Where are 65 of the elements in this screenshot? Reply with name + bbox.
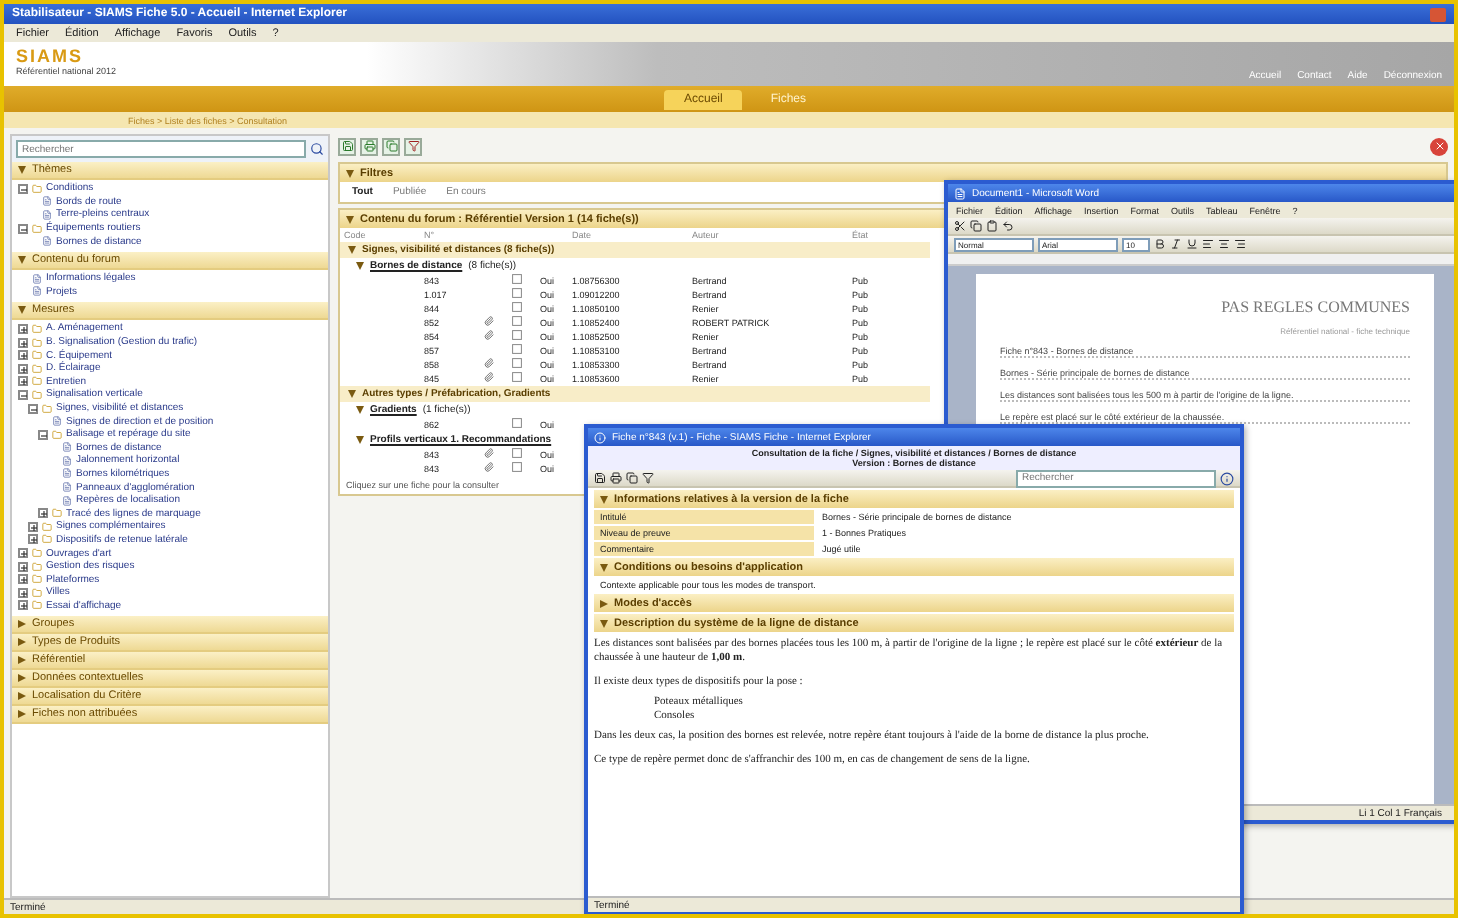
align-left-icon[interactable] (1202, 238, 1214, 250)
copy-icon[interactable] (970, 220, 982, 232)
folder-icon (32, 323, 42, 334)
printer-icon[interactable] (610, 472, 622, 484)
italic-icon[interactable] (1170, 238, 1182, 250)
filter-icon[interactable] (642, 472, 654, 484)
save-button[interactable] (338, 137, 356, 155)
expand-toggle-icon[interactable] (18, 376, 28, 387)
expand-toggle-icon[interactable] (18, 350, 28, 361)
checkbox-icon (512, 302, 522, 312)
filter-icon (407, 140, 419, 152)
folder-icon (52, 429, 62, 440)
expand-toggle-icon[interactable] (28, 403, 38, 414)
expand-toggle-icon[interactable] (38, 508, 48, 519)
undo-icon[interactable] (1002, 220, 1014, 232)
underline-icon[interactable] (1186, 238, 1198, 250)
checkbox-icon (512, 462, 522, 472)
copy-icon (385, 140, 397, 152)
save-icon[interactable] (594, 472, 606, 484)
document-heading: PAS REGLES COMMUNES (1221, 298, 1410, 316)
checkbox-icon (512, 344, 522, 354)
logo: SIAMS (16, 46, 86, 66)
cut-icon[interactable] (954, 220, 966, 232)
copy-button[interactable] (382, 137, 400, 155)
filter-button[interactable] (404, 137, 422, 155)
printer-icon (363, 140, 375, 152)
print-button[interactable] (360, 137, 378, 155)
document-icon (42, 236, 52, 247)
expand-toggle-icon[interactable] (28, 534, 38, 545)
folder-icon (32, 223, 42, 234)
copy-icon[interactable] (626, 472, 638, 484)
document-icon (954, 187, 966, 199)
paste-icon[interactable] (986, 220, 998, 232)
expand-toggle-icon[interactable] (18, 323, 28, 334)
checkbox-icon (512, 372, 522, 382)
align-right-icon[interactable] (1234, 238, 1246, 250)
expand-toggle-icon[interactable] (18, 223, 28, 234)
align-center-icon[interactable] (1218, 238, 1230, 250)
expand-toggle-icon[interactable] (18, 587, 28, 598)
expand-toggle-icon[interactable] (28, 521, 38, 532)
expand-toggle-icon[interactable] (18, 183, 28, 194)
expand-toggle-icon[interactable] (18, 600, 28, 611)
search-icon[interactable] (310, 142, 324, 156)
expand-toggle-icon[interactable] (18, 389, 28, 400)
expand-toggle-icon[interactable] (18, 363, 28, 374)
folder-icon (32, 183, 42, 194)
checkbox-icon (512, 330, 522, 340)
expand-toggle-icon[interactable] (18, 574, 28, 585)
help-icon[interactable] (1220, 471, 1234, 485)
expand-toggle-icon[interactable] (18, 548, 28, 559)
close-icon (1433, 140, 1445, 152)
checkbox-icon (512, 358, 522, 368)
checkbox-icon (512, 316, 522, 326)
save-icon (341, 140, 353, 152)
info-icon (594, 431, 606, 443)
document-icon (52, 416, 62, 427)
checkbox-icon (512, 448, 522, 458)
checkbox-icon (512, 288, 522, 298)
folder-icon (42, 403, 52, 414)
expand-toggle-icon[interactable] (18, 337, 28, 348)
checkbox-icon (512, 274, 522, 284)
bold-icon[interactable] (1154, 238, 1166, 250)
expand-toggle-icon[interactable] (38, 429, 48, 440)
expand-toggle-icon[interactable] (18, 561, 28, 572)
checkbox-icon (512, 418, 522, 428)
